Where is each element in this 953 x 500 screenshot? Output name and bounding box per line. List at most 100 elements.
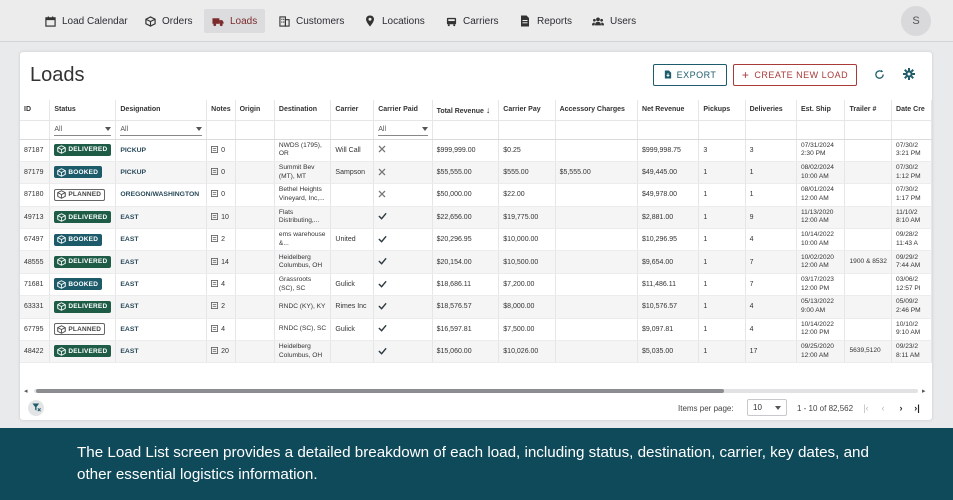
items-per-page-select[interactable]: 10 <box>747 399 787 416</box>
loads-table-container[interactable]: ID Status Designation Notes Origin Desti… <box>20 100 932 390</box>
nav-carriers[interactable]: Carriers <box>437 9 507 33</box>
cell-carrier-paid <box>373 183 433 207</box>
table-row[interactable]: 48555 DELIVERED EAST 14 Heidelberg Columbus,… <box>20 250 932 274</box>
nav-customers[interactable]: Customers <box>270 9 352 33</box>
refresh-icon[interactable] <box>871 66 887 82</box>
col-header-est-ship[interactable]: Est. Ship <box>796 100 846 121</box>
filter-status-value: All <box>54 125 63 133</box>
cell-net-revenue: $9,654.00 <box>637 250 700 274</box>
filter-carrier-paid[interactable]: All <box>373 120 433 140</box>
export-button[interactable]: EXPORT <box>653 64 727 86</box>
cell-id[interactable]: 67795 <box>20 318 51 342</box>
filter-designation-value: All <box>120 125 129 133</box>
cell-id[interactable]: 87180 <box>20 183 51 207</box>
table-row[interactable]: 67497 BOOKED EAST 2 ems warehouse &... United… <box>20 228 932 252</box>
cell-notes[interactable]: 10 <box>206 206 236 230</box>
col-header-notes[interactable]: Notes <box>206 100 236 121</box>
cell-id[interactable]: 48422 <box>20 340 51 364</box>
notes-count: 4 <box>221 281 226 289</box>
cell-pickups: 1 <box>698 161 746 185</box>
cell-trailer: 1900 & 8532 <box>844 250 893 274</box>
cell-notes[interactable]: 2 <box>206 228 236 252</box>
settings-gear-icon[interactable] <box>901 66 917 82</box>
cell-id[interactable]: 48555 <box>20 250 51 274</box>
cell-notes[interactable]: 14 <box>206 250 236 274</box>
col-header-carrier[interactable]: Carrier <box>330 100 375 121</box>
user-avatar[interactable]: S <box>901 6 931 36</box>
created-date: 10/10/2 <box>896 320 919 328</box>
clear-filter-button[interactable] <box>28 400 44 416</box>
cell-deliveries: 17 <box>745 340 797 364</box>
notes-icon <box>211 347 219 356</box>
table-row[interactable]: 49713 DELIVERED EAST 10 Flats Distributing,.… <box>20 206 932 230</box>
items-per-page-value: 10 <box>753 403 762 412</box>
nav-locations[interactable]: Locations <box>356 9 433 33</box>
filter-origin <box>235 120 275 140</box>
est-ship-date: 10/02/2020 <box>800 253 834 261</box>
cell-notes[interactable]: 2 <box>206 295 236 319</box>
table-row[interactable]: 48422 DELIVERED EAST 20 Heidelberg Columbus,… <box>20 340 932 364</box>
header-row: ID Status Designation Notes Origin Desti… <box>20 100 932 121</box>
cell-deliveries: 9 <box>745 206 797 230</box>
cell-date-created: 07/30/2 3:21 PM <box>891 139 932 162</box>
cell-carrier: United <box>330 228 375 252</box>
cell-notes[interactable]: 20 <box>206 340 236 364</box>
cell-total-revenue: $22,656.00 <box>432 206 500 230</box>
scrollbar-thumb[interactable] <box>36 389 724 393</box>
table-row[interactable]: 67795 PLANNED EAST 4 RNDC (SC), SC Gulick $16,… <box>20 318 932 342</box>
cell-notes[interactable]: 4 <box>206 273 236 297</box>
cell-designation: OREGON/WASHINGTON <box>115 183 208 207</box>
col-header-deliveries[interactable]: Deliveries <box>745 100 797 121</box>
table-row[interactable]: 87179 BOOKED PICKUP 0 Summit Bev (MT), MT Sam… <box>20 161 932 185</box>
cell-notes[interactable]: 0 <box>206 139 236 162</box>
cell-notes[interactable]: 4 <box>206 318 236 342</box>
cell-id[interactable]: 87187 <box>20 139 51 162</box>
status-text: BOOKED <box>68 236 99 243</box>
horizontal-scrollbar[interactable]: ◂ ▸ <box>24 387 928 395</box>
first-page-icon[interactable]: |‹ <box>860 401 872 414</box>
chevron-down-icon <box>196 127 203 131</box>
col-header-carrier-paid[interactable]: Carrier Paid <box>373 100 433 121</box>
col-header-pickups[interactable]: Pickups <box>698 100 746 121</box>
nav-reports[interactable]: Reports <box>511 9 580 33</box>
col-header-origin[interactable]: Origin <box>235 100 275 121</box>
created-date: 09/23/2 <box>896 343 919 351</box>
table-row[interactable]: 63331 DELIVERED EAST 2 RNDC (KY), KY Rimes In… <box>20 295 932 319</box>
cell-id[interactable]: 49713 <box>20 206 51 230</box>
table-row[interactable]: 71681 BOOKED EAST 4 Grassroots (SC), SC Gulic… <box>20 273 932 297</box>
cell-id[interactable]: 87179 <box>20 161 51 185</box>
col-header-total-revenue[interactable]: Total Revenue ↓ <box>432 100 500 121</box>
col-header-carrier-pay[interactable]: Carrier Pay <box>498 100 556 121</box>
scroll-right-icon[interactable]: ▸ <box>922 387 926 395</box>
cell-notes[interactable]: 0 <box>206 183 236 207</box>
create-new-load-button[interactable]: + CREATE NEW LOAD <box>733 64 857 86</box>
cell-origin <box>235 161 275 185</box>
col-header-accessory-charges[interactable]: Accessory Charges <box>555 100 639 121</box>
col-header-date-created[interactable]: Date Cre <box>891 100 932 121</box>
cell-id[interactable]: 67497 <box>20 228 51 252</box>
col-header-id[interactable]: ID <box>20 100 51 121</box>
cell-id[interactable]: 71681 <box>20 273 51 297</box>
filter-designation[interactable]: All <box>115 120 208 140</box>
nav-orders[interactable]: Orders <box>136 9 201 33</box>
scroll-left-icon[interactable]: ◂ <box>24 387 28 395</box>
nav-loads[interactable]: Loads <box>204 9 266 33</box>
nav-users[interactable]: Users <box>584 9 644 33</box>
export-label: EXPORT <box>676 70 717 80</box>
cell-notes[interactable]: 0 <box>206 161 236 185</box>
table-row[interactable]: 87187 DELIVERED PICKUP 0 NWDS (1795), OR Will… <box>20 139 932 162</box>
filter-pickups <box>698 120 746 140</box>
col-header-net-revenue[interactable]: Net Revenue <box>637 100 700 121</box>
filter-status[interactable]: All <box>49 120 117 140</box>
nav-load-calendar[interactable]: Load Calendar <box>36 9 136 33</box>
cell-id[interactable]: 63331 <box>20 295 51 319</box>
previous-page-icon[interactable]: ‹ <box>877 401 889 414</box>
table-row[interactable]: 87180 PLANNED OREGON/WASHINGTON 0 Bethel Hei… <box>20 183 932 207</box>
col-header-trailer[interactable]: Trailer # <box>844 100 893 121</box>
next-page-icon[interactable]: › <box>895 401 907 414</box>
col-header-status[interactable]: Status <box>49 100 117 121</box>
col-header-destination[interactable]: Destination <box>274 100 332 121</box>
status-badge: BOOKED <box>54 278 103 291</box>
col-header-designation[interactable]: Designation <box>115 100 208 121</box>
last-page-icon[interactable]: ›| <box>911 401 923 414</box>
